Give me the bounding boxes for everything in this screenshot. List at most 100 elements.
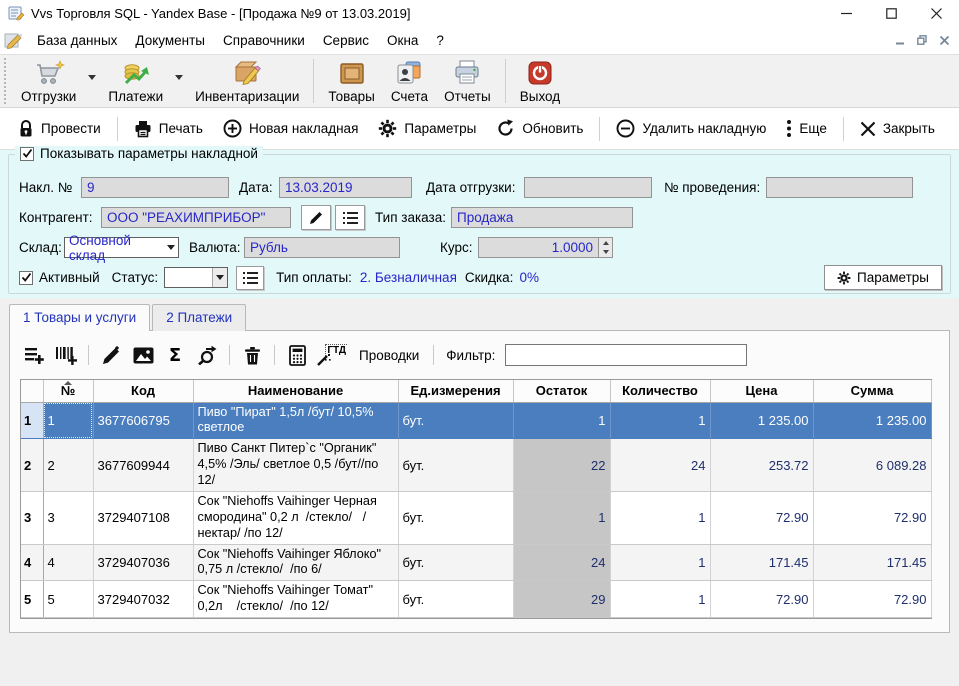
post-document-button[interactable]: Провести: [8, 113, 111, 144]
chevron-down-icon[interactable]: [212, 268, 227, 287]
postings-button[interactable]: Проводки: [353, 348, 425, 363]
cell-unit[interactable]: бут.: [398, 402, 513, 439]
date-field[interactable]: 13.03.2019: [279, 177, 412, 198]
cell-price[interactable]: 1 235.00: [710, 402, 813, 439]
new-invoice-button[interactable]: Новая накладная: [213, 113, 368, 144]
select-status-button[interactable]: [236, 266, 264, 290]
cell-sum[interactable]: 171.45: [813, 544, 931, 581]
cell-code[interactable]: 3677609944: [93, 439, 193, 492]
cell-sum[interactable]: 72.90: [813, 581, 931, 618]
cell-name[interactable]: Сок "Niehoffs Vaihinger Томат" 0,2л /сте…: [193, 581, 398, 618]
table-row[interactable]: 553729407032Сок "Niehoffs Vaihinger Тома…: [21, 581, 931, 618]
row-gutter[interactable]: 4: [21, 544, 43, 581]
table-row[interactable]: 333729407108Сок "Niehoffs Vaihinger Черн…: [21, 491, 931, 544]
menu-references[interactable]: Справочники: [214, 29, 314, 52]
cell-num[interactable]: 2: [43, 439, 93, 492]
sum-button[interactable]: Σ: [161, 342, 189, 368]
cell-code[interactable]: 3729407036: [93, 544, 193, 581]
delete-invoice-button[interactable]: Удалить накладную: [606, 113, 776, 144]
toolbar-reports-button[interactable]: Отчеты: [436, 55, 499, 107]
row-gutter[interactable]: 1: [21, 402, 43, 439]
cell-code[interactable]: 3729407032: [93, 581, 193, 618]
status-select[interactable]: [164, 267, 228, 288]
edit-row-button[interactable]: [97, 342, 125, 368]
order-type-field[interactable]: Продажа: [451, 207, 633, 228]
cell-num[interactable]: 5: [43, 581, 93, 618]
posting-number-field[interactable]: [766, 177, 913, 198]
tab-payments[interactable]: 2 Платежи: [152, 304, 246, 331]
column-header-unit[interactable]: Ед.измерения: [398, 380, 513, 402]
mdi-minimize-button[interactable]: [889, 31, 911, 49]
cell-num[interactable]: 3: [43, 491, 93, 544]
column-header-code[interactable]: Код: [93, 380, 193, 402]
rate-field[interactable]: 1.0000: [478, 237, 599, 258]
cell-sum[interactable]: 1 235.00: [813, 402, 931, 439]
parameters-button[interactable]: Параметры: [368, 113, 486, 144]
column-header-qty[interactable]: Количество: [610, 380, 710, 402]
cell-qty[interactable]: 1: [610, 491, 710, 544]
print-button[interactable]: Печать: [124, 114, 213, 144]
cell-stock[interactable]: 29: [513, 581, 610, 618]
toolbar-goods-button[interactable]: Товары: [320, 55, 382, 107]
close-button[interactable]: [914, 0, 959, 26]
calculator-button[interactable]: [283, 342, 311, 368]
cell-unit[interactable]: бут.: [398, 439, 513, 492]
select-contractor-button[interactable]: [335, 205, 365, 230]
table-row[interactable]: 223677609944Пиво Санкт Питер`с "Органик"…: [21, 439, 931, 492]
cell-name[interactable]: Сок "Niehoffs Vaihinger Яблоко" 0,75 л /…: [193, 544, 398, 581]
add-by-barcode-button[interactable]: [52, 342, 80, 368]
table-row[interactable]: 113677606795Пиво "Пират" 1,5л /бут/ 10,5…: [21, 402, 931, 439]
extra-parameters-button[interactable]: Параметры: [824, 265, 942, 290]
gtd-button[interactable]: ГТД: [315, 342, 349, 368]
toolbar-exit-button[interactable]: Выход: [512, 55, 568, 107]
column-header-price[interactable]: Цена: [710, 380, 813, 402]
menu-database[interactable]: База данных: [28, 29, 126, 52]
cell-code[interactable]: 3729407108: [93, 491, 193, 544]
shipments-dropdown-arrow[interactable]: [84, 55, 100, 107]
cell-qty[interactable]: 24: [610, 439, 710, 492]
cell-sum[interactable]: 6 089.28: [813, 439, 931, 492]
cell-qty[interactable]: 1: [610, 402, 710, 439]
cell-unit[interactable]: бут.: [398, 491, 513, 544]
cell-name[interactable]: Пиво "Пират" 1,5л /бут/ 10,5% светлое: [193, 402, 398, 439]
cell-unit[interactable]: бут.: [398, 544, 513, 581]
refresh-button[interactable]: Обновить: [486, 113, 593, 144]
row-gutter[interactable]: 3: [21, 491, 43, 544]
menu-service[interactable]: Сервис: [314, 29, 378, 52]
active-checkbox[interactable]: [19, 271, 33, 285]
cell-sum[interactable]: 72.90: [813, 491, 931, 544]
cell-stock[interactable]: 24: [513, 544, 610, 581]
tab-goods-services[interactable]: 1 Товары и услуги: [9, 304, 150, 331]
minimize-button[interactable]: [824, 0, 869, 26]
cell-price[interactable]: 72.90: [710, 581, 813, 618]
mdi-restore-button[interactable]: [911, 31, 933, 49]
cell-qty[interactable]: 1: [610, 544, 710, 581]
cell-price[interactable]: 72.90: [710, 491, 813, 544]
table-row[interactable]: 443729407036Сок "Niehoffs Vaihinger Ябло…: [21, 544, 931, 581]
warehouse-select[interactable]: Основной склад: [64, 237, 179, 258]
edit-contractor-button[interactable]: [301, 205, 331, 230]
toolbar-payments-button[interactable]: Платежи: [100, 55, 171, 107]
menu-windows[interactable]: Окна: [378, 29, 427, 52]
cell-stock[interactable]: 1: [513, 491, 610, 544]
contractor-field[interactable]: ООО "РЕАХИМПРИБОР": [101, 207, 291, 228]
add-row-button[interactable]: [20, 342, 48, 368]
toolbar-inventories-button[interactable]: Инвентаризации: [187, 55, 307, 107]
column-header-num[interactable]: №: [43, 380, 93, 402]
currency-field[interactable]: Рубль: [244, 237, 400, 258]
cell-stock[interactable]: 22: [513, 439, 610, 492]
cell-name[interactable]: Сок "Niehoffs Vaihinger Черная смородина…: [193, 491, 398, 544]
cell-code[interactable]: 3677606795: [93, 402, 193, 439]
row-gutter[interactable]: 5: [21, 581, 43, 618]
mdi-close-button[interactable]: [933, 31, 955, 49]
invoice-number-field[interactable]: 9: [81, 177, 229, 198]
image-button[interactable]: [129, 342, 157, 368]
column-header-stock[interactable]: Остаток: [513, 380, 610, 402]
menu-documents[interactable]: Документы: [126, 29, 214, 52]
cell-price[interactable]: 171.45: [710, 544, 813, 581]
row-gutter[interactable]: 2: [21, 439, 43, 492]
cell-unit[interactable]: бут.: [398, 581, 513, 618]
more-button[interactable]: Еще: [776, 113, 836, 144]
rate-spinner[interactable]: [599, 237, 613, 258]
cell-stock[interactable]: 1: [513, 402, 610, 439]
